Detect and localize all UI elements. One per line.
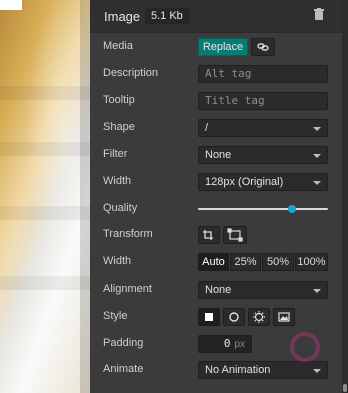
- width-option-100[interactable]: 100%: [295, 253, 328, 271]
- width-option-25[interactable]: 25%: [230, 253, 261, 271]
- image-preview: [0, 0, 90, 393]
- row-tooltip: Tooltip Title tag: [90, 90, 342, 114]
- image-style-icon: [278, 312, 290, 322]
- label-shape: Shape: [103, 121, 135, 133]
- style-circle-button[interactable]: [223, 308, 245, 326]
- scrollbar-thumb[interactable]: [343, 384, 347, 392]
- row-quality: Quality: [90, 198, 342, 222]
- row-media: Media Replace: [90, 36, 342, 60]
- label-description: Description: [103, 67, 159, 79]
- label-filter: Filter: [103, 148, 128, 160]
- square-style-icon: [205, 313, 213, 321]
- width-option-50[interactable]: 50%: [262, 253, 294, 271]
- panel-scrollbar[interactable]: [342, 0, 348, 393]
- row-alignment: Alignment None: [90, 279, 342, 303]
- row-shape: Shape /: [90, 117, 342, 141]
- image-corner-highlight: [0, 0, 22, 10]
- label-media: Media: [103, 40, 133, 52]
- panel-header: Image 5.1 Kb: [90, 0, 342, 33]
- style-square-button[interactable]: [198, 308, 220, 326]
- label-animate: Animate: [103, 363, 144, 375]
- replace-button[interactable]: Replace: [198, 38, 248, 56]
- filter-select[interactable]: None: [198, 146, 328, 164]
- width-select[interactable]: 128px (Original): [198, 173, 328, 191]
- canvas-scroll-edge: [80, 0, 90, 393]
- animate-select[interactable]: No Animation: [198, 361, 328, 379]
- trash-icon[interactable]: [314, 8, 324, 21]
- width-option-auto[interactable]: Auto: [198, 253, 229, 271]
- quality-slider-thumb[interactable]: [287, 205, 296, 213]
- crop-button[interactable]: [198, 226, 220, 244]
- row-filter: Filter None: [90, 144, 342, 168]
- row-width-select: Width 128px (Original): [90, 171, 342, 195]
- quality-slider[interactable]: [198, 205, 328, 213]
- padding-unit: px: [234, 339, 245, 350]
- alignment-select[interactable]: None: [198, 281, 328, 299]
- title-tag-input[interactable]: Title tag: [198, 92, 328, 110]
- gear-style-icon: [253, 311, 265, 323]
- transform-icon: [227, 228, 243, 242]
- image-options-panel: Image 5.1 Kb Media Replace Description A…: [90, 0, 342, 393]
- style-image-button[interactable]: [273, 308, 295, 326]
- alt-tag-input[interactable]: Alt tag: [198, 65, 328, 83]
- photo-shadow-band: [0, 142, 90, 156]
- padding-value: 0: [223, 337, 231, 350]
- panel-title: Image: [104, 9, 141, 24]
- link-icon: [257, 43, 269, 51]
- row-style: Style: [90, 306, 342, 330]
- link-button[interactable]: [251, 38, 275, 56]
- photo-shadow-band: [0, 86, 90, 100]
- row-description: Description Alt tag: [90, 63, 342, 87]
- row-width-buttons: Width Auto 25% 50% 100%: [90, 251, 342, 275]
- label-style: Style: [103, 310, 128, 322]
- row-animate: Animate No Animation: [90, 359, 342, 383]
- circle-style-icon: [229, 312, 239, 322]
- padding-input[interactable]: 0 px: [198, 335, 252, 353]
- label-padding: Padding: [103, 337, 144, 349]
- label-width-2: Width: [103, 255, 132, 267]
- style-shadow-button[interactable]: [248, 308, 270, 326]
- label-alignment: Alignment: [103, 283, 152, 295]
- cursor-click-indicator: [290, 332, 320, 362]
- label-width: Width: [103, 175, 132, 187]
- row-transform: Transform: [90, 224, 342, 248]
- label-transform: Transform: [103, 228, 153, 240]
- crop-icon: [203, 230, 213, 240]
- photo-shadow-band: [0, 276, 90, 290]
- label-quality: Quality: [103, 202, 138, 214]
- label-tooltip: Tooltip: [103, 94, 135, 106]
- transform-button[interactable]: [223, 226, 247, 244]
- photo-shadow-band: [0, 206, 90, 220]
- file-size-badge: 5.1 Kb: [145, 8, 189, 24]
- shape-select[interactable]: /: [198, 119, 328, 137]
